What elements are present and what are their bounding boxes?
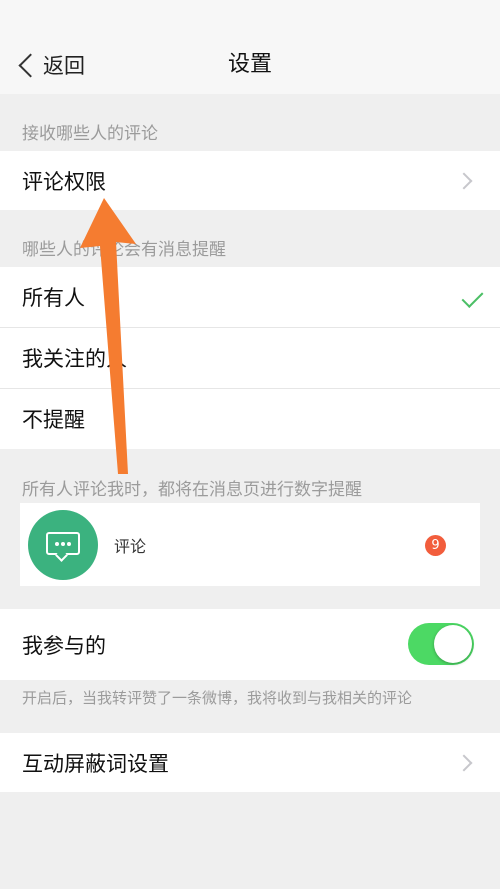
chevron-right-icon — [455, 754, 473, 771]
option-everyone-label: 所有人 — [22, 286, 85, 310]
block-words-label: 互动屏蔽词设置 — [22, 751, 169, 776]
bubble-dot — [67, 542, 71, 546]
section-header-receive-from: 接收哪些人的评论 — [22, 124, 158, 144]
notification-preview: 评论 — [20, 503, 480, 586]
option-following-row[interactable]: 我关注的人 — [0, 328, 500, 388]
page-title: 设置 — [227, 52, 272, 77]
option-no-notify-label: 不提醒 — [22, 408, 85, 432]
chevron-right-icon — [455, 172, 473, 189]
section-header-notify-who: 哪些人的评论会有消息提醒 — [22, 240, 226, 260]
participated-note: 开启后，当我转评赞了一条微博，我将收到与我相关的评论 — [22, 689, 413, 707]
toggle-knob — [434, 625, 472, 663]
checkmark-icon — [461, 286, 484, 308]
participated-label: 我参与的 — [22, 633, 106, 658]
preview-label: 评论 — [114, 537, 147, 556]
bubble-dot — [55, 542, 59, 546]
participated-toggle[interactable] — [408, 623, 474, 665]
option-no-notify-row[interactable]: 不提醒 — [0, 389, 500, 449]
navigation-bar: 返回 设置 — [0, 0, 500, 94]
bubble-dot — [61, 542, 65, 546]
unread-count-badge: 9 — [425, 535, 446, 556]
option-everyone-row[interactable]: 所有人 — [0, 267, 500, 327]
comment-bubble-icon — [28, 510, 98, 580]
preview-hint: 所有人评论我时，都将在消息页进行数字提醒 — [22, 480, 362, 500]
comment-permission-row[interactable]: 评论权限 — [0, 151, 500, 210]
comment-permission-label: 评论权限 — [22, 169, 106, 194]
option-following-label: 我关注的人 — [22, 347, 127, 371]
block-words-row[interactable]: 互动屏蔽词设置 — [0, 733, 500, 792]
